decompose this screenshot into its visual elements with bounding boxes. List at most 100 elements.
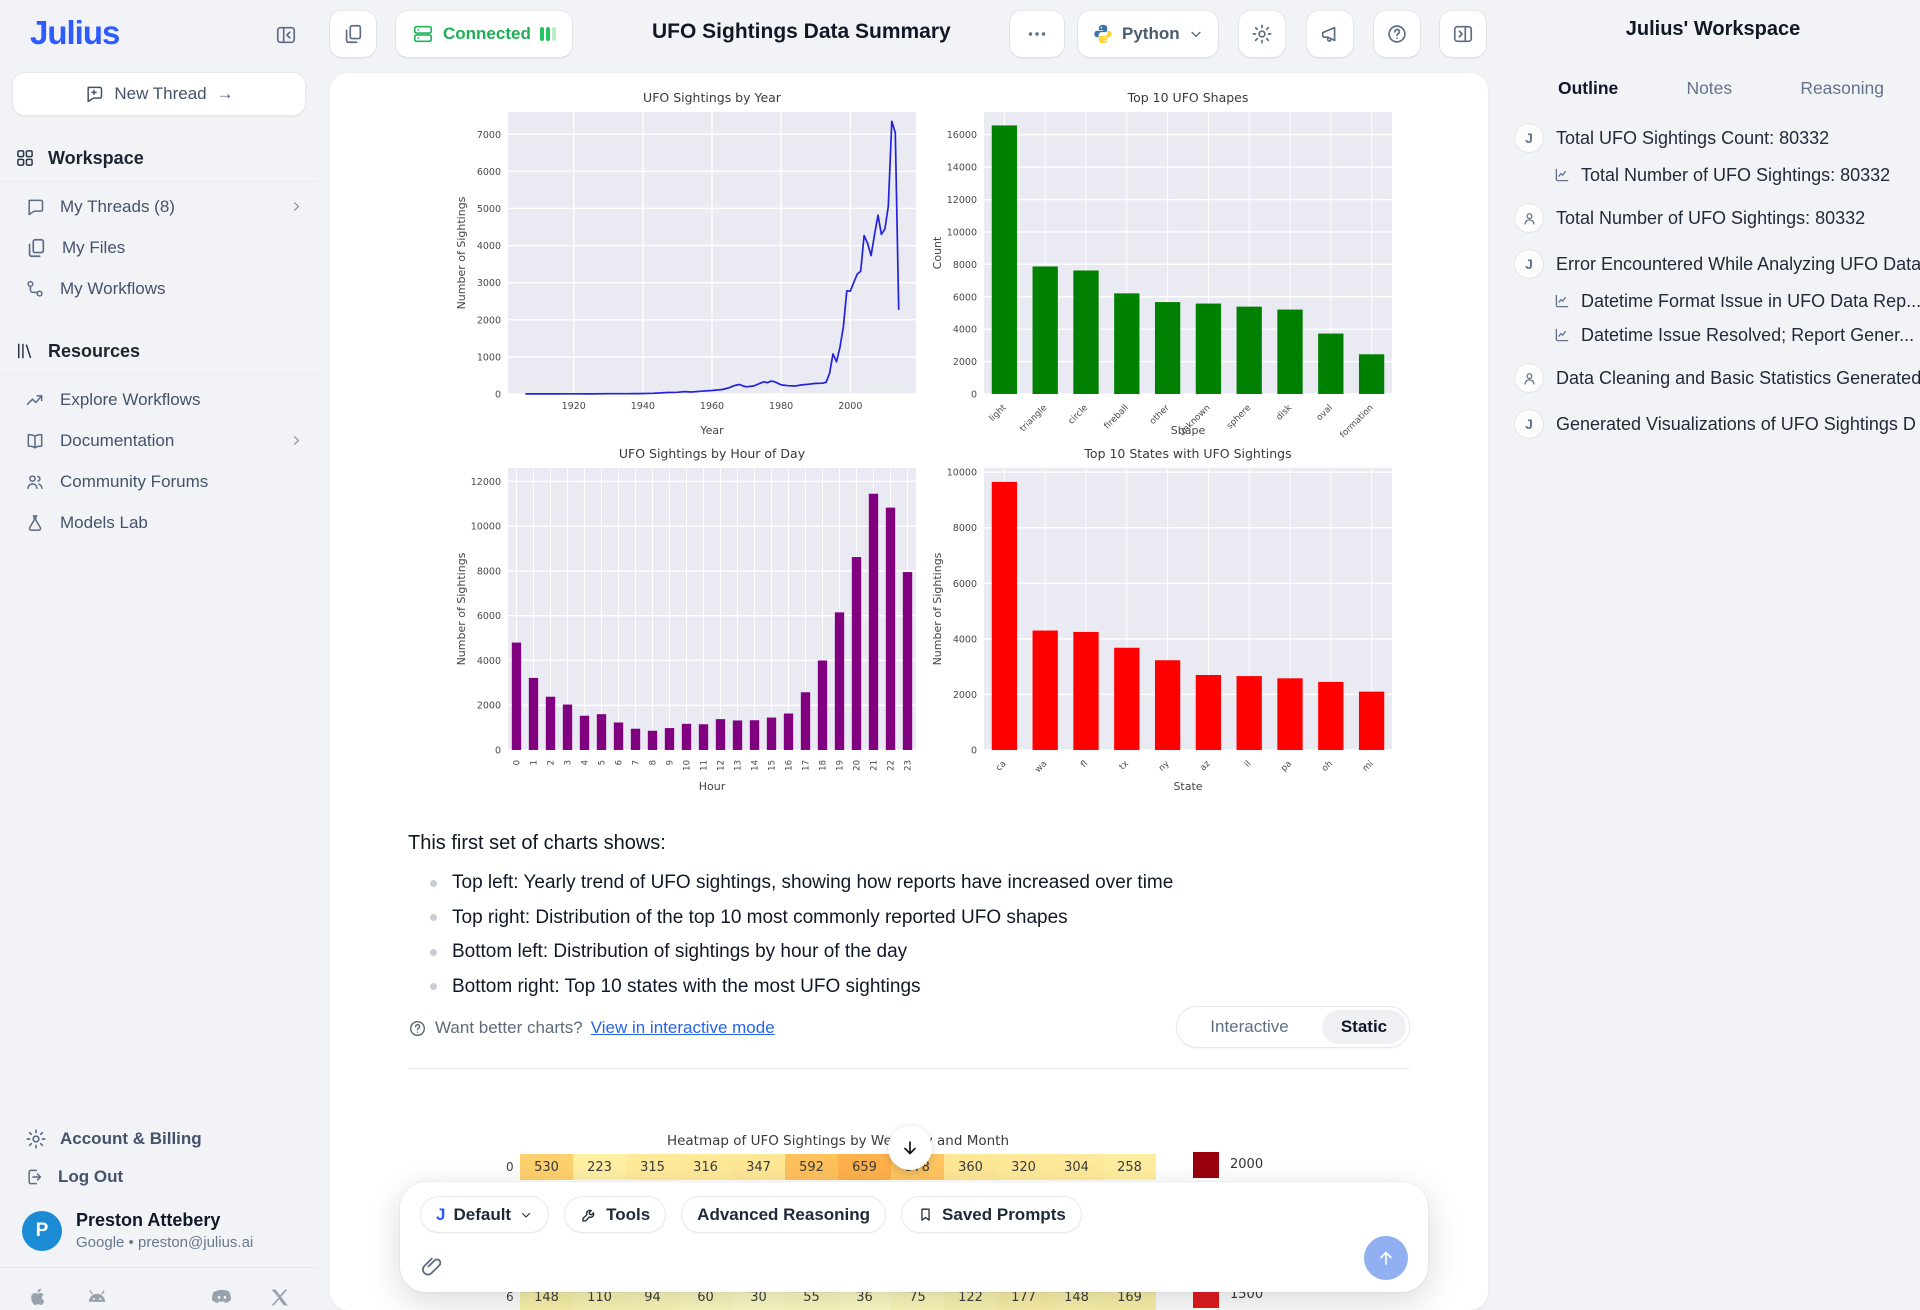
sidebar-item-account-billing[interactable]: Account & Billing — [0, 1120, 318, 1158]
chevron-right-icon — [289, 199, 304, 214]
x-logo-icon[interactable] — [269, 1287, 290, 1308]
composer: J Default Tools Advanced Reasoning Saved… — [400, 1182, 1428, 1292]
new-thread-label: New Thread — [114, 84, 206, 104]
trend-icon — [25, 390, 45, 410]
julius-logo[interactable]: Julius — [30, 14, 119, 52]
svg-text:17: 17 — [802, 760, 812, 771]
chart-top-10-ufo-shapes: Top 10 UFO ShapesShapeCount0200040006000… — [928, 86, 1404, 442]
outline-subitem[interactable]: Datetime Format Issue in UFO Data Rep... — [1506, 287, 1920, 315]
svg-text:4000: 4000 — [953, 325, 977, 336]
sidebar-item-my-workflows[interactable]: My Workflows — [0, 268, 318, 309]
outline-item[interactable]: Data Cleaning and Basic Statistics Gener… — [1506, 361, 1920, 395]
svg-text:fireball: fireball — [1102, 403, 1130, 431]
language-select[interactable]: Python — [1078, 11, 1218, 57]
sidebar-item-my-files[interactable]: My Files — [0, 227, 318, 268]
apple-icon[interactable] — [26, 1285, 50, 1309]
svg-text:Top 10 UFO Shapes: Top 10 UFO Shapes — [1127, 90, 1249, 105]
svg-text:21: 21 — [870, 760, 880, 771]
heatmap-legend-label: 2000 — [1230, 1157, 1263, 1172]
svg-text:3000: 3000 — [477, 278, 501, 289]
interactive-mode-link[interactable]: View in interactive mode — [591, 1018, 775, 1038]
ellipsis-icon — [1025, 22, 1049, 46]
outline-item-label: Error Encountered While Analyzing UFO Da… — [1556, 254, 1920, 275]
message-input[interactable] — [456, 1242, 1348, 1276]
svg-text:10000: 10000 — [947, 468, 977, 479]
outline-item[interactable]: J Generated Visualizations of UFO Sightin… — [1506, 407, 1920, 441]
toggle-interactive[interactable]: Interactive — [1177, 1017, 1322, 1037]
svg-text:2000: 2000 — [953, 690, 977, 701]
tools-label: Tools — [606, 1205, 650, 1225]
advanced-reasoning-button[interactable]: Advanced Reasoning — [681, 1196, 886, 1233]
outline-item[interactable]: Total Number of UFO Sightings: 80332 — [1506, 201, 1920, 235]
svg-text:12000: 12000 — [471, 477, 501, 488]
connected-status[interactable]: Connected — [396, 11, 572, 57]
outline-subitem[interactable]: Datetime Issue Resolved; Report Gener... — [1506, 321, 1920, 349]
heatmap-cell: 320 — [997, 1154, 1050, 1180]
profile[interactable]: P Preston Attebery Google • preston@juli… — [0, 1196, 318, 1251]
new-thread-button[interactable]: New Thread → — [12, 72, 306, 116]
settings-button[interactable] — [1239, 11, 1285, 57]
svg-text:4000: 4000 — [477, 241, 501, 252]
collapse-sidebar-icon[interactable] — [272, 21, 300, 49]
svg-text:8000: 8000 — [953, 260, 977, 271]
outline-item[interactable]: JTotal UFO Sightings Count: 80332 — [1506, 121, 1920, 155]
outline-item-label: Generated Visualizations of UFO Sighting… — [1556, 414, 1916, 435]
logout-icon — [25, 1167, 45, 1187]
chart-mode-toggle: Interactive Static — [1176, 1006, 1410, 1048]
bullet-item: Top right: Distribution of the top 10 mo… — [408, 901, 1173, 936]
announcements-button[interactable] — [1307, 11, 1353, 57]
attach-file-button[interactable] — [420, 1254, 444, 1278]
svg-text:8: 8 — [649, 760, 659, 765]
svg-text:tx: tx — [1118, 759, 1131, 772]
tab-reasoning[interactable]: Reasoning — [1800, 78, 1884, 105]
model-select[interactable]: J Default — [420, 1196, 549, 1233]
sidebar-item-models-lab[interactable]: Models Lab — [0, 502, 318, 543]
people-icon — [25, 472, 45, 492]
message-bullets: Top left: Yearly trend of UFO sightings,… — [408, 866, 1173, 1004]
sidebar-item-my-threads-8-[interactable]: My Threads (8) — [0, 186, 318, 227]
svg-text:8000: 8000 — [477, 566, 501, 577]
bullet-item: Bottom left: Distribution of sightings b… — [408, 935, 1173, 970]
svg-text:UFO Sightings by Hour of Day: UFO Sightings by Hour of Day — [619, 446, 806, 461]
heatmap-cell: 347 — [732, 1154, 785, 1180]
svg-text:7000: 7000 — [477, 130, 501, 141]
svg-text:0: 0 — [513, 760, 523, 765]
flask-icon — [25, 513, 45, 533]
sidebar-item-documentation[interactable]: Documentation — [0, 420, 318, 461]
svg-text:1960: 1960 — [700, 401, 724, 412]
tab-outline[interactable]: Outline — [1558, 78, 1618, 105]
copy-thread-button[interactable] — [330, 11, 376, 57]
files-icon — [25, 237, 47, 259]
collapse-right-panel-button[interactable] — [1440, 11, 1486, 57]
profile-name: Preston Attebery — [76, 1210, 253, 1231]
sidebar-section-workspace: Workspace — [0, 143, 318, 173]
tab-notes[interactable]: Notes — [1686, 78, 1732, 105]
outline-subitem[interactable]: Total Number of UFO Sightings: 80332 — [1506, 161, 1920, 189]
scroll-to-bottom-button[interactable] — [888, 1126, 932, 1170]
help-button[interactable] — [1374, 11, 1420, 57]
more-options-button[interactable] — [1010, 11, 1064, 57]
chart-line-icon — [1553, 292, 1571, 310]
svg-text:15: 15 — [768, 760, 778, 771]
outline-item[interactable]: JError Encountered While Analyzing UFO D… — [1506, 247, 1920, 281]
svg-text:18: 18 — [819, 760, 829, 771]
sidebar-item-explore-workflows[interactable]: Explore Workflows — [0, 379, 318, 420]
discord-icon[interactable] — [209, 1284, 235, 1310]
heatmap-legend-swatch — [1193, 1152, 1219, 1178]
svg-text:Number of Sightings: Number of Sightings — [455, 552, 468, 665]
chat-plus-icon — [84, 84, 104, 104]
outline-item-label: Total Number of UFO Sightings: 80332 — [1556, 208, 1865, 229]
julius-avatar: J — [1514, 409, 1544, 439]
chevron-right-icon — [289, 433, 304, 448]
heatmap-cell: 223 — [573, 1154, 626, 1180]
svg-text:13: 13 — [734, 760, 744, 771]
sidebar-item-log-out[interactable]: Log Out — [0, 1158, 318, 1196]
svg-text:0: 0 — [971, 746, 977, 757]
heatmap-title: Heatmap of UFO Sightings by Weekday and … — [520, 1133, 1156, 1149]
saved-prompts-button[interactable]: Saved Prompts — [901, 1196, 1082, 1233]
send-button[interactable] — [1364, 1236, 1408, 1280]
tools-button[interactable]: Tools — [564, 1196, 666, 1233]
sidebar-item-community-forums[interactable]: Community Forums — [0, 461, 318, 502]
android-icon[interactable] — [84, 1284, 110, 1310]
toggle-static[interactable]: Static — [1322, 1010, 1406, 1044]
